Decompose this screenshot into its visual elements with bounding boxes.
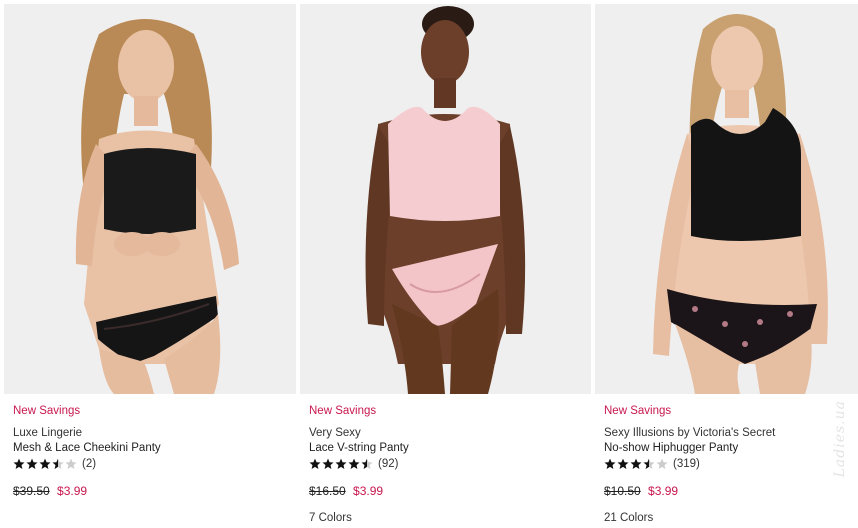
- product-brand[interactable]: Sexy Illusions by Victoria's Secret: [604, 426, 854, 440]
- review-count: (92): [378, 458, 399, 470]
- sale-price: $3.99: [57, 484, 88, 498]
- star-filled-icon: [348, 458, 360, 469]
- product-card[interactable]: New Savings Sexy Illusions by Victoria's…: [595, 0, 858, 528]
- star-filled-icon: [630, 458, 642, 469]
- product-brand[interactable]: Very Sexy: [309, 426, 587, 440]
- sale-price: $3.99: [648, 484, 679, 498]
- product-brand[interactable]: Luxe Lingerie: [13, 426, 292, 440]
- review-count: (2): [82, 458, 97, 470]
- star-filled-icon: [322, 458, 334, 469]
- original-price: $16.50: [309, 484, 346, 498]
- product-name[interactable]: Lace V-string Panty: [309, 441, 587, 455]
- star-half-icon: [52, 458, 64, 469]
- star-filled-icon: [335, 458, 347, 469]
- promo-label: New Savings: [604, 405, 672, 417]
- star-half-icon: [643, 458, 655, 469]
- star-filled-icon: [617, 458, 629, 469]
- product-info: New Savings Sexy Illusions by Victoria's…: [604, 404, 854, 525]
- product-rating[interactable]: (92): [309, 457, 587, 471]
- sale-price: $3.99: [353, 484, 384, 498]
- product-card[interactable]: New Savings Very Sexy Lace V-string Pant…: [300, 0, 591, 528]
- watermark: Ladies.ua: [832, 400, 848, 478]
- color-count[interactable]: [13, 511, 292, 525]
- product-info: New Savings Luxe Lingerie Mesh & Lace Ch…: [13, 404, 292, 525]
- star-empty-icon: [656, 458, 668, 469]
- product-info: New Savings Very Sexy Lace V-string Pant…: [309, 404, 587, 525]
- star-filled-icon: [26, 458, 38, 469]
- star-filled-icon: [309, 458, 321, 469]
- product-image[interactable]: [595, 4, 858, 394]
- model-photo: [4, 4, 296, 394]
- star-half-icon: [361, 458, 373, 469]
- product-name[interactable]: No-show Hiphugger Panty: [604, 441, 854, 455]
- product-price: $10.50 $3.99: [604, 484, 854, 498]
- product-grid: New Savings Luxe Lingerie Mesh & Lace Ch…: [0, 0, 858, 528]
- product-price: $16.50 $3.99: [309, 484, 587, 498]
- review-count: (319): [673, 458, 700, 470]
- product-name[interactable]: Mesh & Lace Cheekini Panty: [13, 441, 292, 455]
- color-count[interactable]: 21 Colors: [604, 511, 854, 525]
- product-card[interactable]: New Savings Luxe Lingerie Mesh & Lace Ch…: [4, 0, 296, 528]
- star-filled-icon: [604, 458, 616, 469]
- color-count[interactable]: 7 Colors: [309, 511, 587, 525]
- promo-label: New Savings: [309, 405, 377, 417]
- product-rating[interactable]: (319): [604, 457, 854, 471]
- model-photo: [300, 4, 591, 394]
- star-filled-icon: [13, 458, 25, 469]
- original-price: $39.50: [13, 484, 50, 498]
- product-image[interactable]: [300, 4, 591, 394]
- star-empty-icon: [65, 458, 77, 469]
- product-image[interactable]: [4, 4, 296, 394]
- star-rating: [604, 458, 669, 470]
- product-price: $39.50 $3.99: [13, 484, 292, 498]
- star-filled-icon: [39, 458, 51, 469]
- model-photo: [595, 4, 858, 394]
- star-rating: [309, 458, 374, 470]
- product-rating[interactable]: (2): [13, 457, 292, 471]
- star-rating: [13, 458, 78, 470]
- original-price: $10.50: [604, 484, 641, 498]
- promo-label: New Savings: [13, 405, 81, 417]
